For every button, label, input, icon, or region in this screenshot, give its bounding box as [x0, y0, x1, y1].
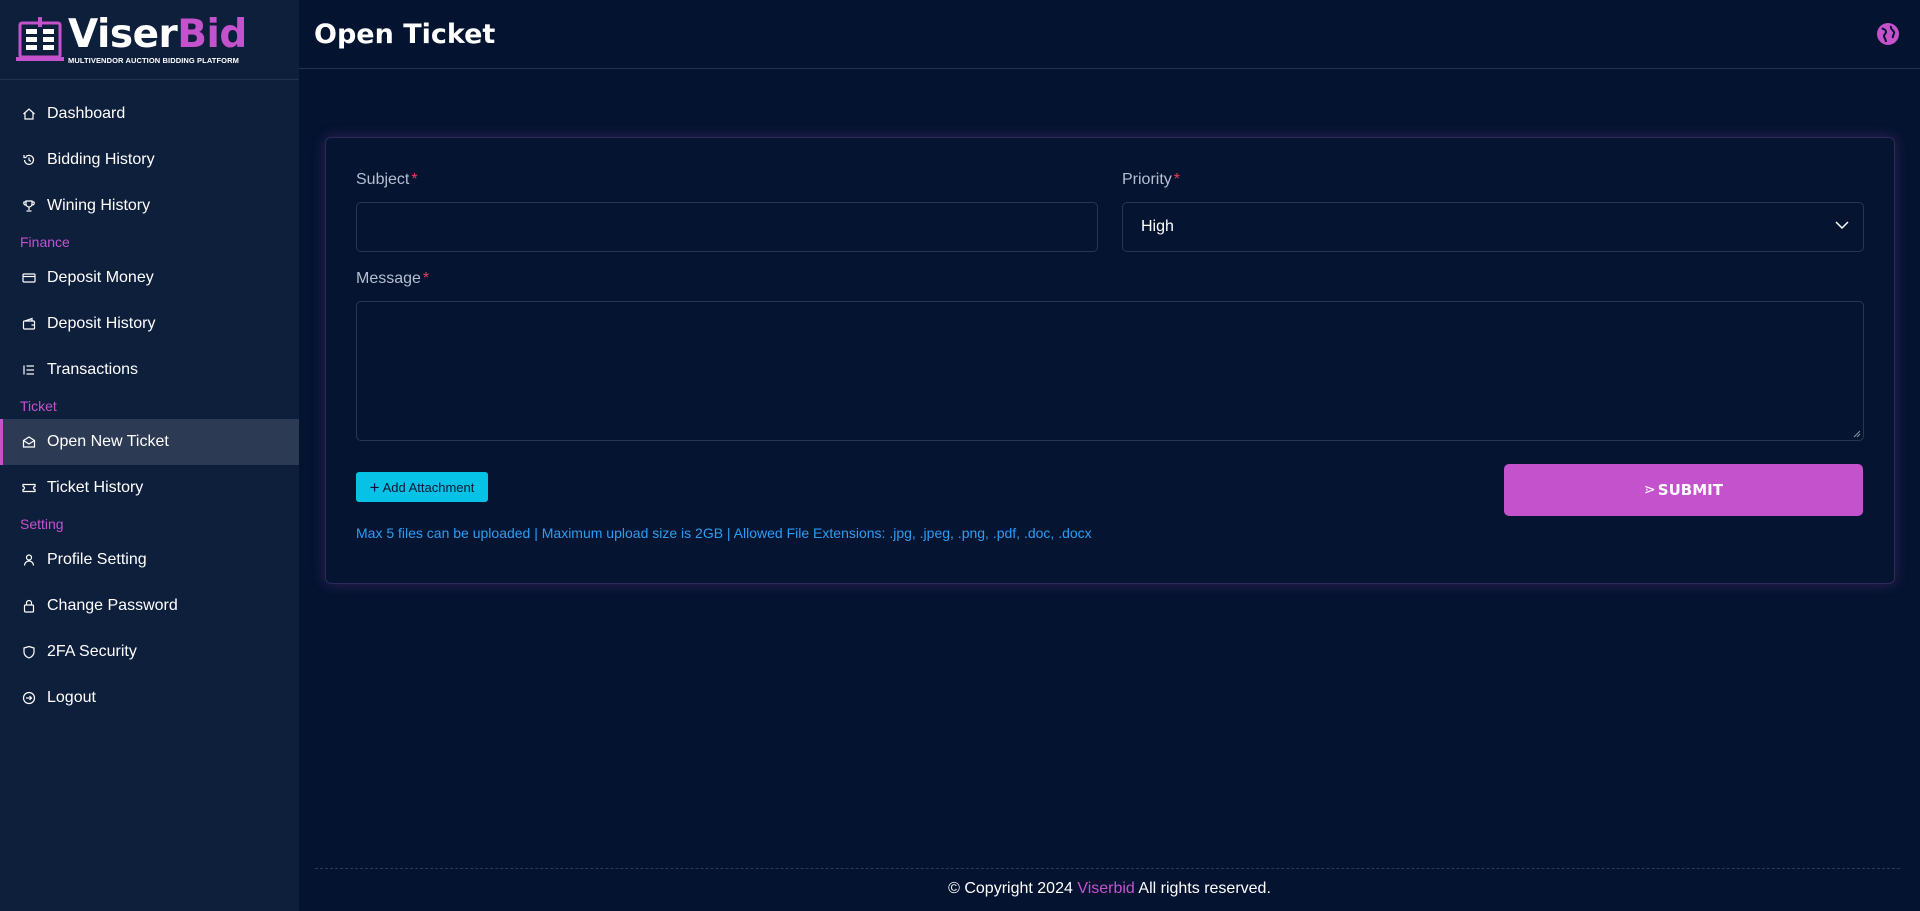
sidebar-item-bidding-history[interactable]: Bidding History — [0, 137, 299, 183]
lock-icon — [22, 599, 36, 613]
sidebar-item-dashboard[interactable]: Dashboard — [0, 91, 299, 137]
sidebar-item-open-new-ticket[interactable]: Open New Ticket — [0, 419, 299, 465]
page-title: Open Ticket — [314, 18, 496, 50]
sidebar: ViserBid MULTIVENDOR AUCTION BIDDING PLA… — [0, 0, 299, 911]
sidebar-item-ticket-history[interactable]: Ticket History — [0, 465, 299, 511]
section-title-ticket: Ticket — [20, 398, 57, 414]
shield-icon — [22, 645, 36, 659]
message-textarea[interactable] — [356, 301, 1864, 441]
sidebar-item-2fa-security[interactable]: 2FA Security — [0, 629, 299, 675]
sidebar-item-label: 2FA Security — [47, 643, 137, 660]
subject-input[interactable] — [356, 202, 1098, 252]
wallet-icon — [22, 317, 36, 331]
rights-text: All rights reserved. — [1138, 880, 1271, 897]
plus-icon: + — [369, 477, 380, 497]
sidebar-item-label: Deposit History — [47, 315, 156, 332]
section-title-setting: Setting — [20, 516, 64, 532]
credit-card-icon — [22, 271, 36, 285]
open-ticket-form: Subject * Priority * High Message * + Add A… — [325, 137, 1895, 584]
priority-value: High — [1141, 218, 1174, 235]
add-attachment-label: Add Attachment — [382, 479, 475, 495]
logo-icon — [16, 16, 64, 61]
envelope-open-icon — [22, 435, 36, 449]
add-attachment-button[interactable]: + Add Attachment — [356, 472, 488, 502]
subject-label: Subject * — [356, 171, 418, 188]
footer-brand-link[interactable]: Viserbid — [1077, 880, 1135, 897]
sidebar-item-label: Transactions — [47, 361, 138, 378]
priority-label: Priority * — [1122, 171, 1181, 188]
logo[interactable]: ViserBid MULTIVENDOR AUCTION BIDDING PLA… — [0, 0, 299, 80]
footer-divider — [315, 868, 1900, 869]
top-header: Open Ticket — [299, 0, 1920, 69]
resize-grip-icon[interactable] — [1853, 430, 1861, 438]
priority-select[interactable]: High — [1122, 202, 1864, 252]
home-icon — [22, 107, 36, 121]
logo-wordmark: ViserBid — [68, 11, 247, 57]
sidebar-item-wining-history[interactable]: Wining History — [0, 183, 299, 229]
sidebar-item-label: Dashboard — [47, 105, 126, 122]
sidebar-item-label: Bidding History — [47, 151, 155, 168]
trophy-icon — [22, 199, 36, 213]
send-icon: ⋗ — [1644, 482, 1656, 498]
ticket-icon — [22, 481, 36, 495]
logo-tagline: MULTIVENDOR AUCTION BIDDING PLATFORM — [68, 55, 239, 65]
sidebar-item-transactions[interactable]: Transactions — [0, 347, 299, 393]
sidebar-item-label: Profile Setting — [47, 551, 147, 568]
sidebar-nav: Dashboard Bidding History Wining History… — [0, 80, 299, 721]
sidebar-item-logout[interactable]: Logout — [0, 675, 299, 721]
submit-button[interactable]: ⋗ SUBMIT — [1504, 464, 1863, 516]
footer: © Copyright 2024 Viserbid All rights res… — [299, 880, 1920, 898]
history-icon — [22, 153, 36, 167]
logout-icon — [22, 691, 36, 705]
submit-label: SUBMIT — [1657, 481, 1723, 499]
sidebar-item-profile-setting[interactable]: Profile Setting — [0, 537, 299, 583]
sidebar-item-deposit-history[interactable]: Deposit History — [0, 301, 299, 347]
sidebar-item-label: Deposit Money — [47, 269, 154, 286]
globe-icon[interactable] — [1876, 22, 1900, 46]
sidebar-item-label: Ticket History — [47, 479, 144, 496]
upload-hint: Max 5 files can be uploaded | Maximum up… — [356, 525, 1092, 541]
chevron-down-icon — [1835, 221, 1849, 230]
sidebar-item-change-password[interactable]: Change Password — [0, 583, 299, 629]
copyright-text: © Copyright 2024 — [948, 880, 1073, 897]
sidebar-item-label: Wining History — [47, 197, 151, 214]
sidebar-item-label: Logout — [47, 689, 96, 706]
section-title-finance: Finance — [20, 234, 70, 250]
list-icon — [22, 363, 36, 377]
sidebar-item-label: Change Password — [47, 597, 178, 614]
message-label: Message * — [356, 270, 430, 287]
user-icon — [22, 553, 36, 567]
sidebar-item-deposit-money[interactable]: Deposit Money — [0, 255, 299, 301]
sidebar-item-label: Open New Ticket — [47, 433, 169, 450]
